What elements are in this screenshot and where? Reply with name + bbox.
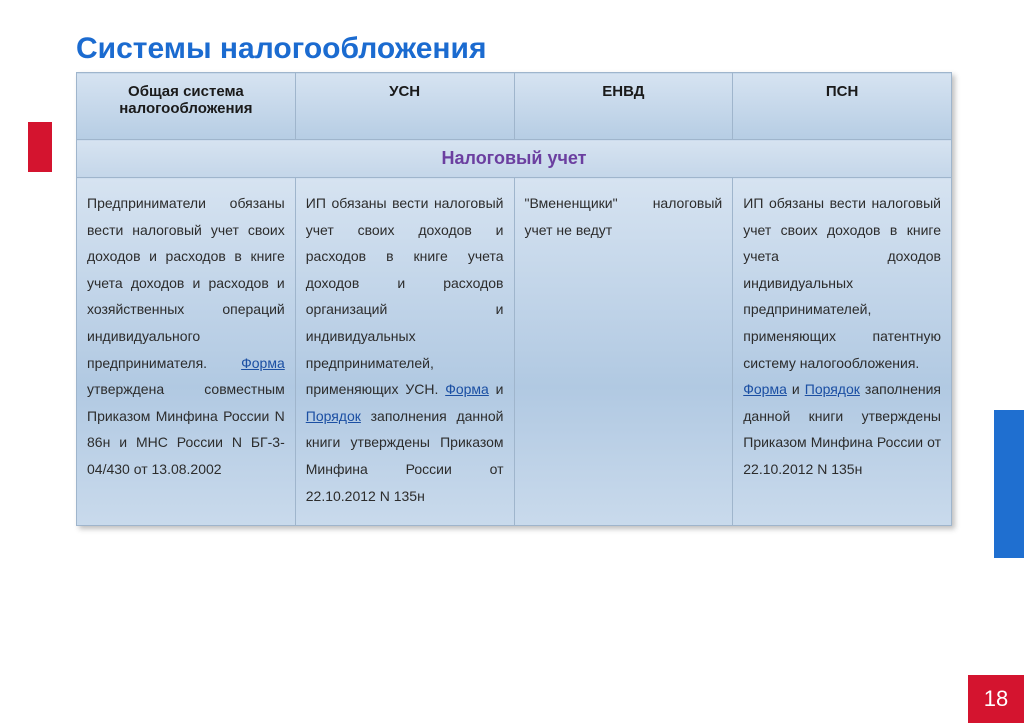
cell-text: ИП обязаны вести налоговый учет своих до… <box>306 195 504 397</box>
link-forma-general[interactable]: Форма <box>241 355 285 371</box>
page-title: Системы налогообложения <box>76 32 486 66</box>
accent-blue-bar <box>994 410 1024 558</box>
cell-text: "Вмененщики" налоговый учет не ведут <box>525 195 723 238</box>
table-header-row: Общая система налогообложения УСН ЕНВД П… <box>77 73 952 140</box>
section-row: Налоговый учет <box>77 140 952 178</box>
col-header-psn: ПСН <box>733 73 952 140</box>
cell-text: Предприниматели обязаны вести налоговый … <box>87 195 285 371</box>
cell-psn: ИП обязаны вести налоговый учет своих до… <box>733 178 952 526</box>
table-body-row: Предприниматели обязаны вести налоговый … <box>77 178 952 526</box>
link-forma-psn[interactable]: Форма <box>743 381 787 397</box>
cell-text: и <box>787 381 805 397</box>
cell-general: Предприниматели обязаны вести налоговый … <box>77 178 296 526</box>
col-header-envd: ЕНВД <box>514 73 733 140</box>
accent-red-bar <box>28 122 52 172</box>
col-header-general: Общая система налогообложения <box>77 73 296 140</box>
link-forma-usn[interactable]: Форма <box>445 381 489 397</box>
section-title: Налоговый учет <box>77 140 952 178</box>
link-poryadok-usn[interactable]: Порядок <box>306 408 361 424</box>
col-header-usn: УСН <box>295 73 514 140</box>
taxation-table: Общая система налогообложения УСН ЕНВД П… <box>76 72 952 526</box>
cell-text: и <box>489 381 504 397</box>
cell-text: утверждена совместным Приказом Минфина Р… <box>87 381 285 477</box>
link-poryadok-psn[interactable]: Порядок <box>805 381 860 397</box>
page-number-badge: 18 <box>968 675 1024 723</box>
cell-envd: "Вмененщики" налоговый учет не ведут <box>514 178 733 526</box>
cell-text: ИП обязаны вести налоговый учет своих до… <box>743 195 941 371</box>
cell-usn: ИП обязаны вести налоговый учет своих до… <box>295 178 514 526</box>
